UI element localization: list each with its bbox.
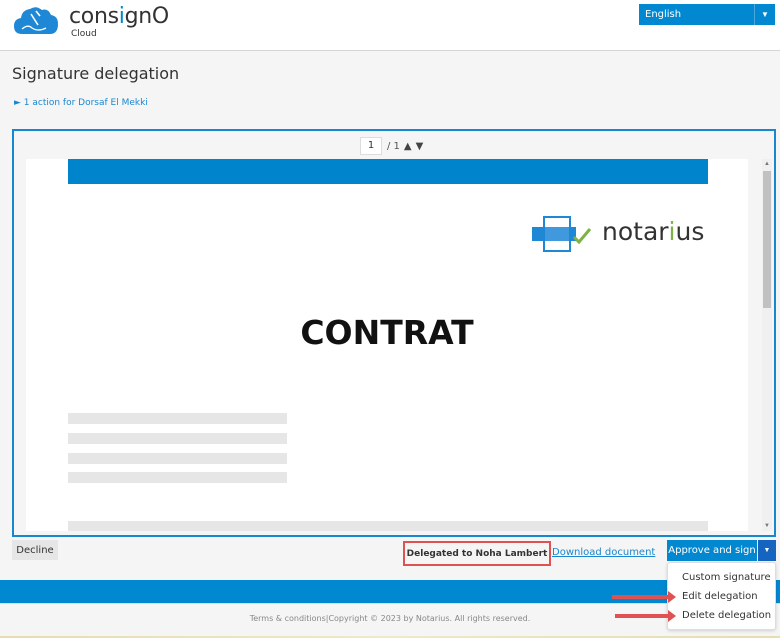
language-select[interactable]: English ▼: [639, 4, 775, 25]
page-total: / 1: [387, 140, 400, 152]
annotation-arrow-icon: [612, 591, 676, 603]
footer-band: [0, 580, 780, 603]
menu-item-delete-delegation[interactable]: Delete delegation: [682, 610, 771, 621]
placeholder-line: [68, 433, 287, 444]
document-page: notarius CONTRAT: [26, 159, 748, 531]
arrow-up-icon[interactable]: ▲: [404, 141, 412, 152]
placeholder-line: [68, 472, 287, 483]
brand-name: consignO: [69, 4, 169, 29]
scroll-up-icon[interactable]: ▲: [762, 159, 772, 169]
approve-and-sign-button[interactable]: Approve and sign: [667, 540, 757, 561]
document-header-band: [68, 159, 708, 184]
delegation-status-badge: Delegated to Noha Lambert: [403, 541, 551, 566]
placeholder-line: [68, 413, 287, 424]
document-viewer: 1 / 1 ▲ ▼ notarius CONTRAT ▲ ▼: [12, 129, 776, 537]
document-scrollbar[interactable]: ▲ ▼: [762, 159, 772, 531]
annotation-arrow-icon: [615, 610, 676, 622]
scroll-thumb[interactable]: [763, 171, 771, 308]
menu-item-custom-signature[interactable]: Custom signature: [682, 572, 771, 583]
pager: 1 / 1 ▲ ▼: [360, 136, 423, 156]
download-document-link[interactable]: Download document: [552, 547, 655, 558]
approve-options-menu: Custom signature Edit delegation Delete …: [667, 562, 776, 630]
actions-toggle-link[interactable]: ► 1 action for Dorsaf El Mekki: [14, 98, 148, 108]
notarius-logo-icon: [532, 216, 592, 252]
placeholder-line: [68, 453, 287, 464]
placeholder-line: [68, 521, 708, 531]
language-selected: English: [645, 9, 682, 20]
decline-button[interactable]: Decline: [12, 540, 58, 560]
page-number-input[interactable]: 1: [360, 137, 382, 155]
approve-options-toggle[interactable]: ▼: [758, 540, 776, 561]
page-title: Signature delegation: [12, 64, 180, 83]
scroll-down-icon[interactable]: ▼: [762, 521, 772, 531]
notarius-wordmark: notarius: [602, 217, 705, 246]
document-heading: CONTRAT: [300, 313, 474, 352]
header: consignO Cloud English ▼: [0, 0, 780, 51]
footer: Terms & conditions|Copyright © 2023 by N…: [0, 603, 780, 638]
arrow-down-icon[interactable]: ▼: [416, 141, 424, 152]
consigno-cloud-logo-icon: [14, 7, 58, 35]
chevron-down-icon[interactable]: ▼: [754, 4, 775, 25]
menu-item-edit-delegation[interactable]: Edit delegation: [682, 591, 758, 602]
brand-subtitle: Cloud: [71, 29, 97, 39]
